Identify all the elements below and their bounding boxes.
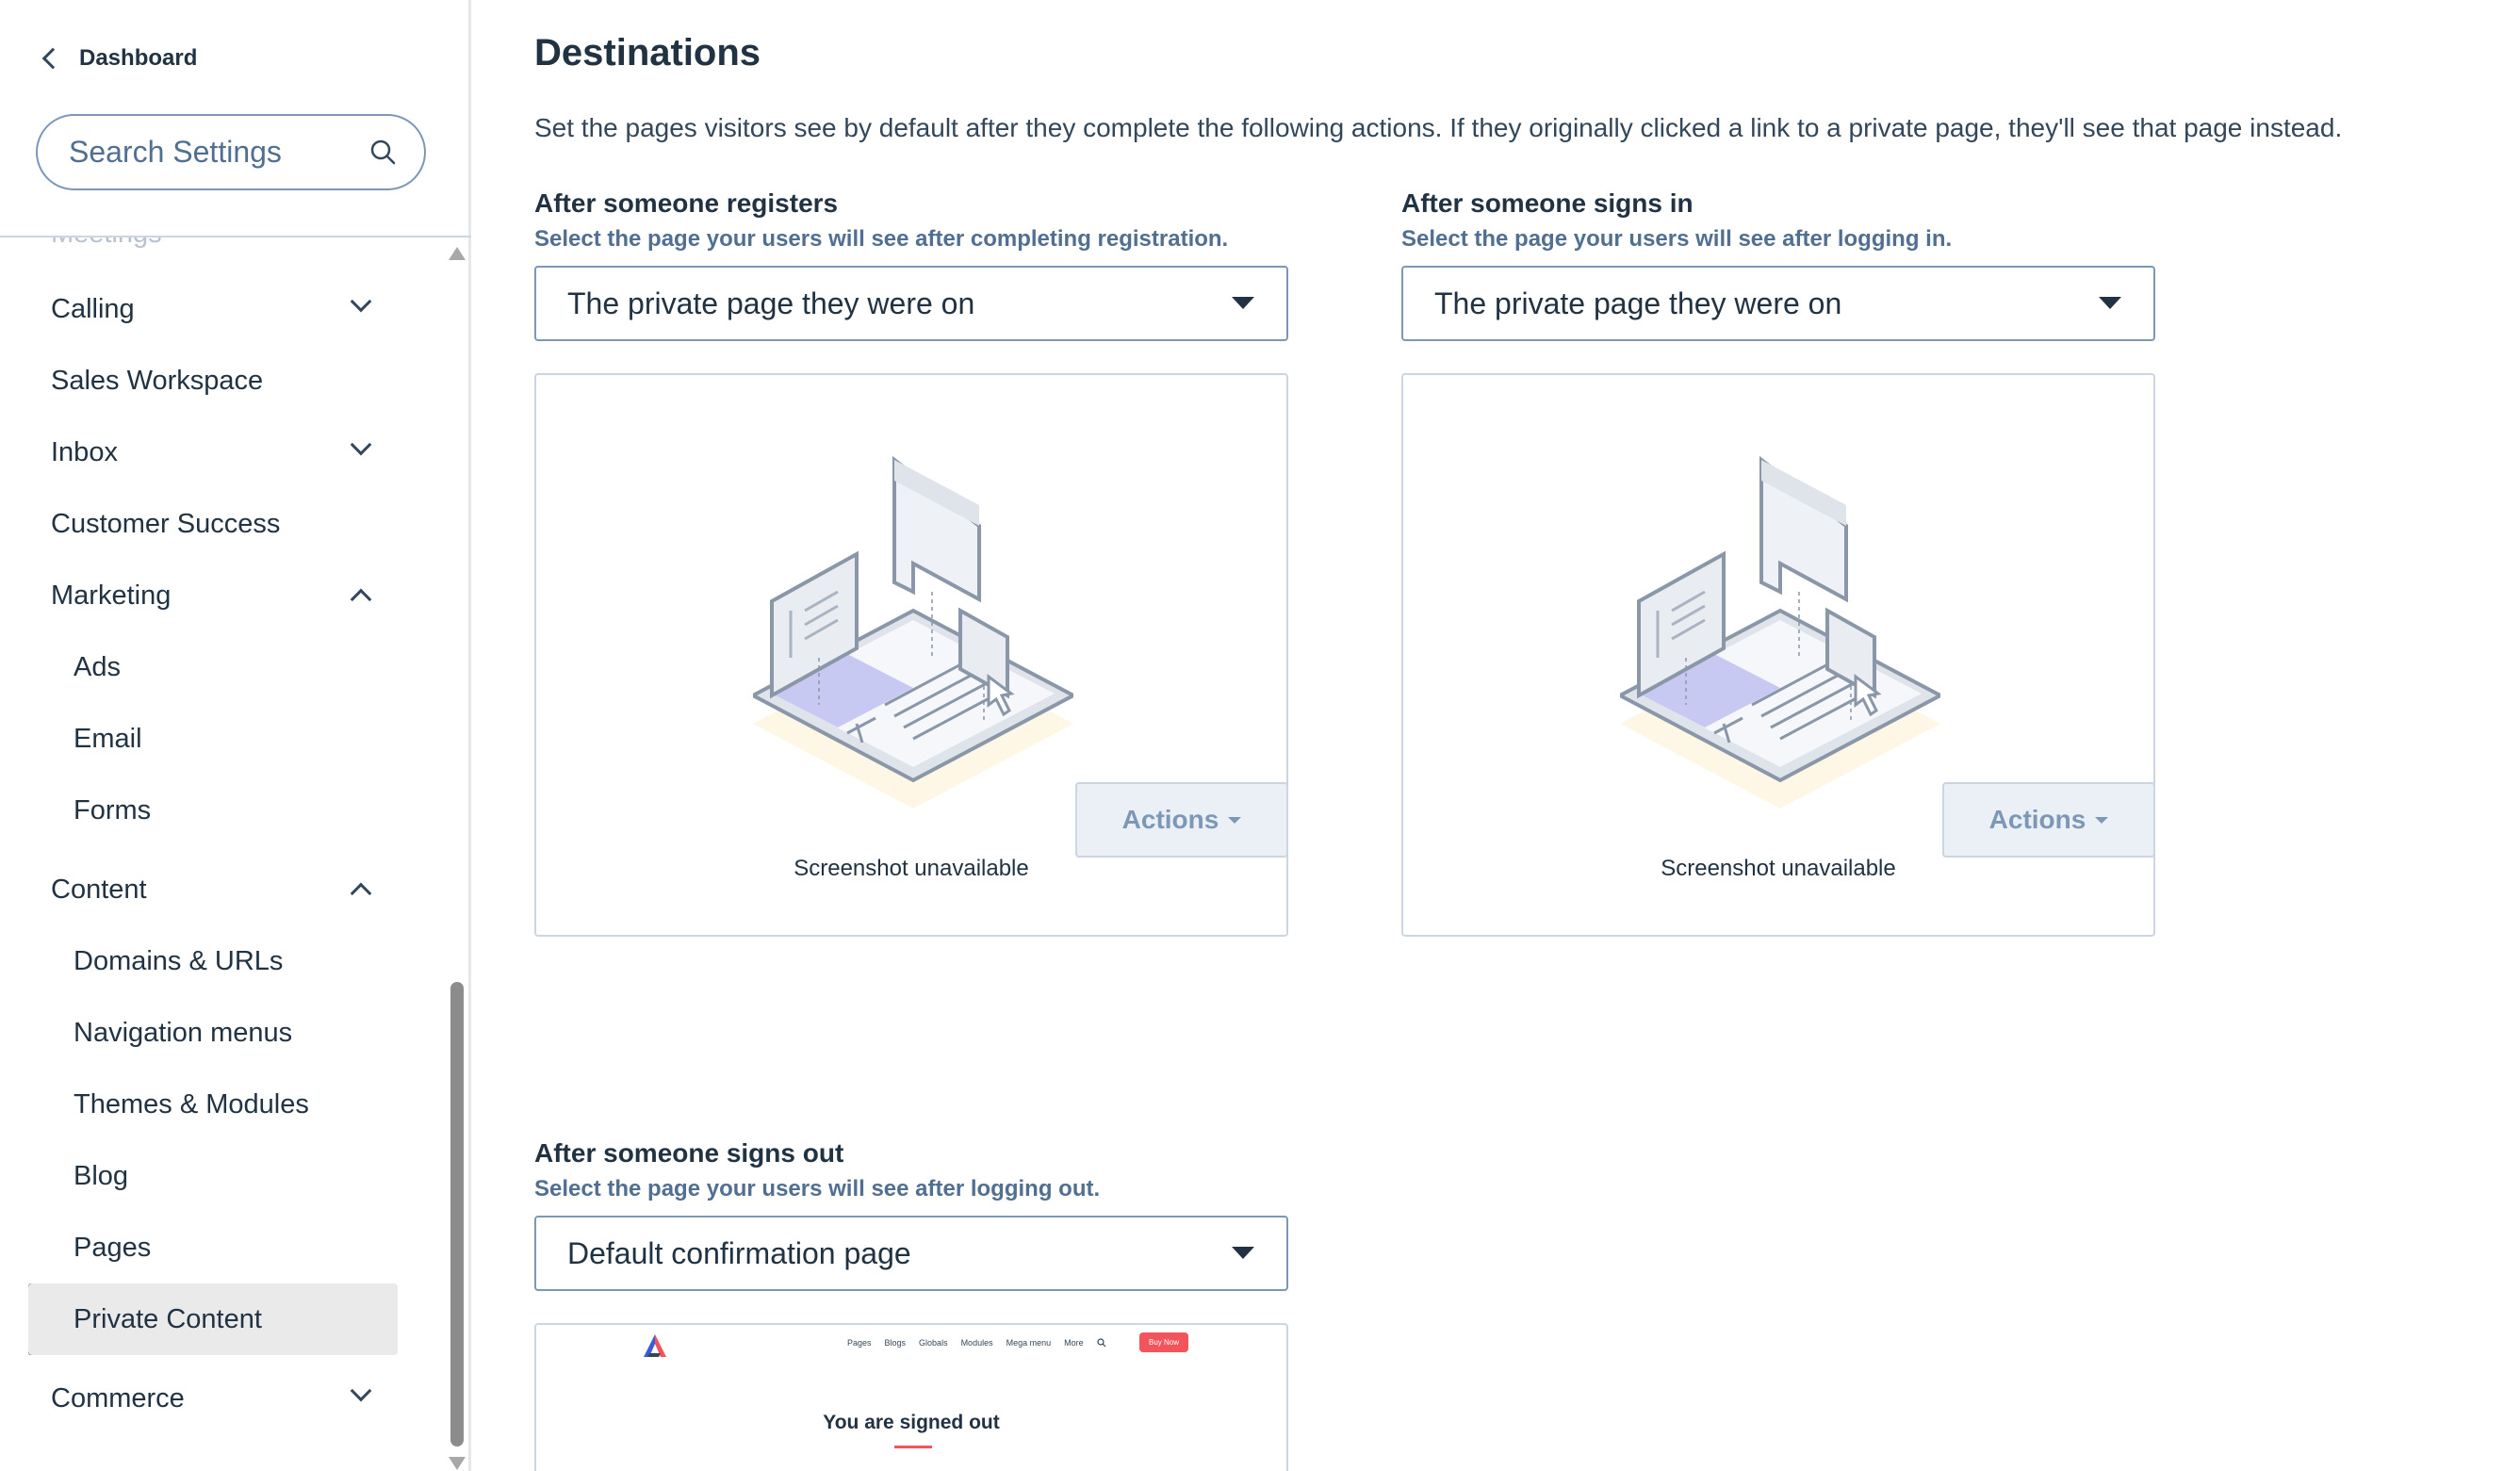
section-help-text: Select the page your users will see afte…	[1401, 226, 1953, 252]
sidebar-item-calling[interactable]: Calling	[0, 273, 415, 345]
destinations-panel: Destinations Set the pages visitors see …	[474, 0, 2520, 1471]
section-heading: After someone registers	[534, 188, 839, 218]
actions-label: Actions	[1121, 805, 1219, 834]
chevron-down-icon	[350, 1380, 372, 1402]
chevron-down-icon	[350, 290, 372, 313]
sidebar-item-email[interactable]: Email	[0, 703, 415, 775]
sidebar-item-themes-modules[interactable]: Themes & Modules	[0, 1069, 415, 1140]
sidebar-item-pages[interactable]: Pages	[0, 1212, 415, 1283]
sidebar-item-label: Ads	[74, 651, 121, 682]
preview-caption: Screenshot unavailable	[794, 856, 1029, 881]
sidebar-item-marketing[interactable]: Marketing	[0, 560, 415, 631]
preview-nav-item: Blogs	[884, 1338, 907, 1348]
caret-down-icon	[1232, 297, 1254, 309]
actions-label: Actions	[1988, 805, 2086, 834]
sidebar-item-label: Content	[51, 874, 147, 905]
sidebar-item-private-content[interactable]: Private Content	[28, 1283, 398, 1355]
page-description: Set the pages visitors see by default af…	[534, 113, 2343, 142]
sidebar-item-content[interactable]: Content	[0, 854, 415, 925]
sidebar-item-navigation-menus[interactable]: Navigation menus	[0, 997, 415, 1069]
sidebar-item-label: Private Content	[74, 1303, 262, 1334]
preview-nav-item: More	[1064, 1338, 1084, 1348]
sidebar-item-ads[interactable]: Ads	[0, 631, 415, 703]
dropdown-value: The private page they were on	[1434, 286, 1842, 320]
section-help-text: Select the page your users will see afte…	[534, 226, 1229, 252]
section-help-text: Select the page your users will see afte…	[534, 1176, 1101, 1201]
chevron-left-icon	[41, 47, 64, 70]
page-title: Destinations	[534, 32, 761, 74]
settings-nav: Meetings Calling Sales Workspace Inbox C…	[0, 237, 443, 1471]
sidebar-item-label: Calling	[51, 293, 135, 324]
dropdown-value: The private page they were on	[567, 286, 975, 320]
dropdown-value: Default confirmation page	[567, 1236, 911, 1270]
sidebar-scrollbar-thumb[interactable]	[450, 982, 464, 1446]
preview-title-underline	[894, 1446, 932, 1448]
preview-nav-item: Globals	[919, 1338, 948, 1348]
sidebar-item-label: Commerce	[51, 1382, 185, 1414]
preview-nav-item: Modules	[960, 1338, 993, 1348]
sidebar-item-label: Domains & URLs	[74, 945, 284, 976]
preview-nav-item: Pages	[847, 1338, 872, 1348]
settings-sidebar: Dashboard Meetings Calling Sales Workspa…	[0, 0, 471, 1471]
chevron-down-icon	[350, 433, 372, 456]
back-to-dashboard-link[interactable]: Dashboard	[38, 45, 197, 72]
chevron-up-icon	[350, 882, 372, 905]
sidebar-item-domains-urls[interactable]: Domains & URLs	[0, 925, 415, 997]
sidebar-item-label: Forms	[74, 794, 152, 825]
caret-down-icon	[1232, 1247, 1254, 1259]
sidebar-item-label: Marketing	[51, 580, 172, 611]
search-settings-box	[36, 114, 426, 190]
sidebar-item-label: Inbox	[51, 436, 118, 467]
signout-destination-dropdown[interactable]: Default confirmation page	[534, 1216, 1288, 1291]
section-heading: After someone signs out	[534, 1138, 844, 1168]
preview-caption: Screenshot unavailable	[1661, 856, 1896, 881]
caret-down-icon	[2095, 816, 2109, 824]
signout-page-preview: Pages Blogs Globals Modules Mega menu Mo…	[534, 1323, 1288, 1471]
sidebar-item-forms[interactable]: Forms	[0, 775, 415, 846]
chevron-up-icon	[350, 588, 372, 611]
caret-down-icon	[2099, 297, 2121, 309]
signin-actions-button[interactable]: Actions	[1942, 782, 2155, 858]
site-logo-icon	[644, 1334, 666, 1357]
preview-search-icon	[1097, 1338, 1106, 1348]
page-placeholder-illustration	[1620, 455, 1940, 809]
scroll-down-arrow[interactable]	[449, 1457, 466, 1470]
sidebar-item-blog[interactable]: Blog	[0, 1140, 415, 1212]
back-link-label: Dashboard	[79, 45, 198, 71]
preview-buy-now-button: Buy Now	[1139, 1332, 1189, 1352]
sidebar-item-label: Blog	[74, 1160, 129, 1191]
sidebar-item-sales-workspace[interactable]: Sales Workspace	[0, 345, 415, 417]
section-heading: After someone signs in	[1401, 188, 1694, 218]
sidebar-item-inbox[interactable]: Inbox	[0, 417, 415, 488]
sidebar-item-label: Themes & Modules	[74, 1088, 309, 1120]
preview-site-nav: Pages Blogs Globals Modules Mega menu Mo…	[847, 1338, 1106, 1348]
sidebar-item-meetings-partial[interactable]: Meetings	[51, 237, 162, 250]
preview-nav-item: Mega menu	[1006, 1338, 1052, 1348]
sidebar-item-label: Email	[74, 723, 142, 754]
sidebar-item-label: Customer Success	[51, 508, 281, 539]
sidebar-item-label: Navigation menus	[74, 1017, 293, 1048]
sidebar-item-customer-success[interactable]: Customer Success	[0, 488, 415, 560]
preview-signed-out-title: You are signed out	[823, 1412, 1000, 1433]
register-actions-button[interactable]: Actions	[1075, 782, 1288, 858]
search-icon[interactable]	[369, 139, 396, 165]
sidebar-item-label: Sales Workspace	[51, 365, 264, 396]
sidebar-item-label: Pages	[74, 1232, 152, 1263]
signin-destination-dropdown[interactable]: The private page they were on	[1401, 266, 2155, 341]
sidebar-item-commerce[interactable]: Commerce	[0, 1363, 415, 1434]
page-placeholder-illustration	[753, 455, 1073, 809]
scroll-up-arrow[interactable]	[449, 247, 466, 260]
caret-down-icon	[1228, 816, 1242, 824]
register-destination-dropdown[interactable]: The private page they were on	[534, 266, 1288, 341]
search-settings-input[interactable]	[69, 135, 352, 170]
